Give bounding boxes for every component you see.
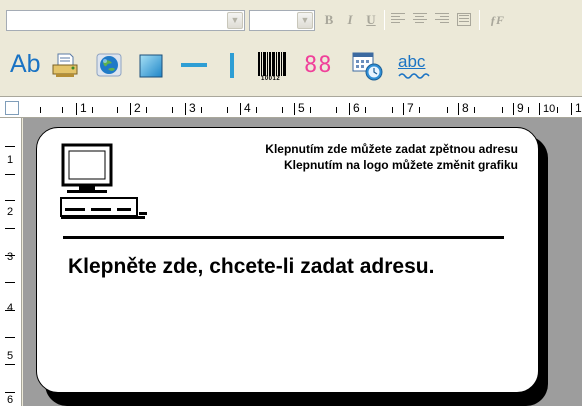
counter-icon[interactable]: 88 [304,50,338,84]
date-time-icon[interactable] [350,50,384,84]
return-address-hint[interactable]: Klepnutím zde můžete zadat zpětnou adres… [265,142,518,156]
align-center-icon[interactable] [413,13,427,26]
ruler-number: 7 [403,101,414,115]
ruler-number: 2 [130,101,141,115]
label-divider [63,236,504,239]
picture-icon[interactable] [93,50,123,84]
ruler-number: 1 [7,154,14,166]
printer-icon[interactable] [50,50,80,84]
chevron-down-icon[interactable]: ▼ [297,12,313,29]
ruler-number: 5 [7,350,14,362]
italic-icon[interactable]: I [340,10,360,30]
bold-icon[interactable]: B [319,10,339,30]
function-icon[interactable]: ƒF [484,10,510,30]
ruler-number: 5 [294,101,305,115]
counter-digits: 88 [304,53,333,78]
toolbar-separator [384,10,385,30]
horizontal-ruler: 1 2 3 4 5 6 7 8 9 10 1 [0,96,582,118]
tools-toolbar: Ab 10012 88 abc [0,38,582,96]
format-toolbar: ▼ ▼ B I U ƒF [0,0,582,38]
ruler-number: 1 [571,101,582,115]
vertical-line-icon[interactable] [222,50,242,84]
barcode-digits: 10012 [261,76,281,82]
address-label[interactable]: Klepnutím zde můžete zadat zpětnou adres… [36,127,539,393]
ruler-number: 8 [458,101,469,115]
ruler-number: 6 [7,394,14,406]
ruler-number: 4 [7,302,14,314]
ruler-number: 6 [349,101,360,115]
ruler-number: 1 [76,101,87,115]
align-left-icon[interactable] [391,13,405,26]
ruler-corner[interactable] [5,101,19,115]
ruler-number: 9 [513,101,524,115]
vertical-ruler: 1 2 3 4 5 6 [0,118,22,406]
spell-check-icon[interactable]: abc [398,50,432,84]
ruler-number: 10 [538,103,556,115]
underline-icon[interactable]: U [361,10,381,30]
font-size-combo[interactable]: ▼ [249,10,315,31]
ruler-number: 3 [7,251,14,263]
ruler-number: 2 [7,206,14,218]
barcode-icon[interactable]: 10012 [256,50,292,84]
computer-icon[interactable] [57,142,149,226]
design-canvas[interactable]: Klepnutím zde můžete zadat zpětnou adres… [23,118,582,406]
toolbar-separator [479,10,480,30]
address-field[interactable]: Klepněte zde, chcete-li zadat adresu. [68,255,434,279]
horizontal-line-icon[interactable] [179,50,209,84]
ruler-number: 3 [185,101,196,115]
logo-hint[interactable]: Klepnutím na logo můžete změnit grafiku [284,158,518,172]
ruler-number: 4 [240,101,251,115]
rectangle-icon[interactable] [136,50,166,84]
text-icon[interactable]: Ab [10,50,46,84]
align-right-icon[interactable] [435,13,449,26]
justify-icon[interactable] [457,13,471,26]
chevron-down-icon[interactable]: ▼ [227,12,243,29]
spell-label: abc [398,52,426,71]
font-name-combo[interactable]: ▼ [6,10,245,31]
